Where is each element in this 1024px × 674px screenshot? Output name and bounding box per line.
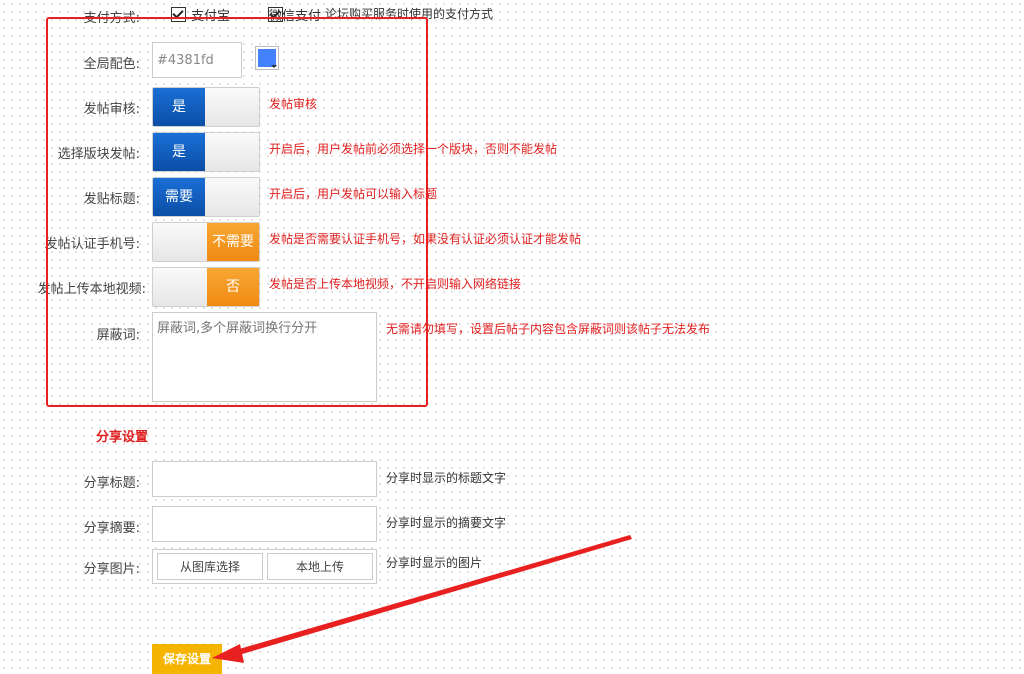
annotation-arrow-shaft [229, 535, 632, 657]
annotation-arrow [212, 535, 632, 663]
annotation-arrow-head [212, 644, 244, 663]
